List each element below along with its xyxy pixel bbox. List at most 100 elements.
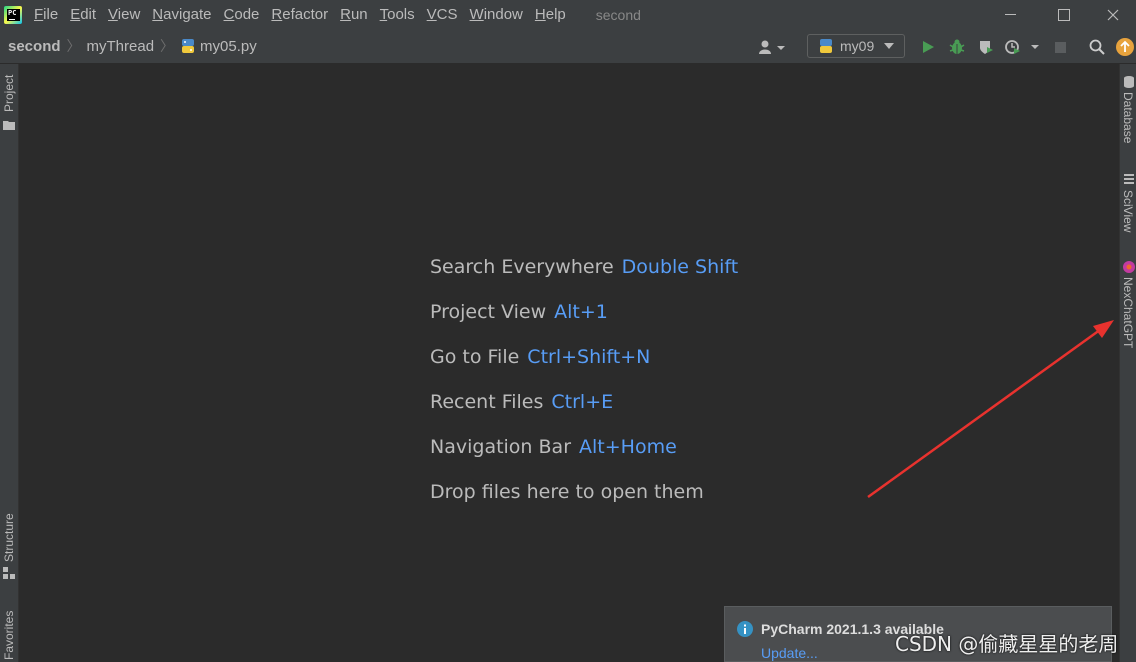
- tool-window-project[interactable]: Project: [2, 75, 16, 112]
- structure-icon: [3, 567, 15, 579]
- menu-help[interactable]: Help: [529, 0, 572, 29]
- editor-empty-state: Search Everywhere Double Shift Project Vie…: [430, 254, 738, 524]
- menu-mnemonic: N: [152, 6, 164, 23]
- hint-row: Drop files here to open them: [430, 479, 738, 524]
- hint-label: Drop files here to open them: [430, 481, 704, 503]
- coverage-shield-icon: [980, 41, 993, 54]
- menu-mnemonic: H: [534, 6, 546, 23]
- run-with-coverage-button[interactable]: [976, 37, 996, 57]
- hint-label: Recent Files: [430, 391, 544, 413]
- profiler-dropdown-icon: [1005, 40, 1039, 54]
- hint-row: Navigation Bar Alt+Home: [430, 434, 738, 479]
- hint-label: Navigation Bar: [430, 436, 572, 458]
- menu-mnemonic: F: [34, 6, 44, 23]
- right-tool-window-strip: Database SciView NexChatGPT: [1119, 64, 1136, 662]
- menu-navigate[interactable]: Navigate: [146, 0, 217, 29]
- menu-label-rest: efactor: [282, 6, 329, 23]
- menu-refactor[interactable]: Refactor: [265, 0, 334, 29]
- menu-file[interactable]: File: [28, 0, 64, 29]
- profile-button[interactable]: [1004, 37, 1044, 57]
- menu-edit[interactable]: Edit: [64, 0, 102, 29]
- hint-label: Go to File: [430, 346, 520, 368]
- breadcrumb-file[interactable]: my05.py: [200, 29, 257, 63]
- run-configuration-select[interactable]: my09: [807, 34, 905, 58]
- menu-mnemonic: V: [426, 6, 437, 23]
- tool-window-favorites[interactable]: Favorites: [2, 611, 16, 660]
- info-icon: [737, 621, 753, 637]
- menu-mnemonic: R: [340, 6, 351, 23]
- ide-update-button[interactable]: [1115, 37, 1135, 57]
- menu-mnemonic: C: [223, 6, 235, 23]
- tool-window-database[interactable]: Database: [1121, 92, 1135, 143]
- menu-tools[interactable]: Tools: [374, 0, 421, 29]
- run-configuration-label: my09: [840, 38, 875, 54]
- menu-mnemonic: W: [469, 6, 484, 23]
- hint-label: Search Everywhere: [430, 256, 614, 278]
- minimize-button[interactable]: [983, 0, 1037, 29]
- folder-icon: [3, 121, 15, 130]
- hint-shortcut: Ctrl+E: [551, 391, 614, 413]
- menu-mnemonic: V: [108, 6, 118, 23]
- tool-window-nexchatgpt[interactable]: NexChatGPT: [1121, 277, 1135, 348]
- window-title: second: [595, 6, 641, 23]
- menu-label-rest: ile: [43, 6, 59, 23]
- menu-window[interactable]: Window: [464, 0, 529, 29]
- update-arrow-icon: [1116, 38, 1134, 56]
- python-icon: [820, 39, 832, 53]
- menu-code[interactable]: Code: [218, 0, 266, 29]
- hint-row: Recent Files Ctrl+E: [430, 389, 738, 434]
- chevron-down-icon: [884, 43, 895, 49]
- stop-button[interactable]: [1050, 37, 1070, 57]
- breadcrumb-separator-icon: 〉: [66, 39, 81, 55]
- hint-shortcut: Alt+Home: [579, 436, 677, 458]
- database-icon: [1124, 76, 1134, 88]
- tool-window-sciview[interactable]: SciView: [1121, 190, 1135, 232]
- close-window-button[interactable]: [1090, 0, 1136, 29]
- pycharm-logo-icon[interactable]: PC: [4, 5, 22, 24]
- maximize-button[interactable]: [1037, 0, 1091, 29]
- hint-row: Search Everywhere Double Shift: [430, 254, 738, 299]
- breadcrumb: second 〉 myThread 〉 my05.py: [8, 29, 257, 63]
- nexchatgpt-icon: [1123, 261, 1135, 273]
- sciview-icon: [1124, 174, 1134, 184]
- hint-shortcut: Ctrl+Shift+N: [527, 346, 651, 368]
- vcs-user-button[interactable]: [758, 37, 786, 57]
- minimize-icon: [1004, 14, 1016, 15]
- user-dropdown-icon: [759, 40, 785, 54]
- hint-row: Go to File Ctrl+Shift+N: [430, 344, 738, 389]
- menu-run[interactable]: Run: [334, 0, 374, 29]
- update-link[interactable]: Update...: [761, 645, 818, 661]
- menu-mnemonic: T: [379, 6, 388, 23]
- left-tool-window-strip: Project Structure Favorites: [0, 64, 19, 662]
- menu-label-rest: dit: [80, 6, 97, 23]
- run-button[interactable]: [918, 37, 938, 57]
- hint-row: Project View Alt+1: [430, 299, 738, 344]
- search-icon: [1089, 39, 1105, 55]
- maximize-icon: [1058, 8, 1070, 21]
- tool-window-structure[interactable]: Structure: [2, 513, 16, 562]
- menu-vcs[interactable]: VCS: [421, 0, 464, 29]
- menu-label-rest: CS: [436, 6, 458, 23]
- menu-mnemonic: E: [70, 6, 81, 23]
- search-everywhere-button[interactable]: [1087, 37, 1107, 57]
- hint-shortcut: Alt+1: [554, 301, 608, 323]
- menu-mnemonic: R: [271, 6, 283, 23]
- hint-shortcut: Double Shift: [621, 256, 739, 278]
- bug-icon: [949, 39, 965, 54]
- menu-label-rest: ools: [387, 6, 415, 23]
- stop-icon: [1054, 41, 1066, 53]
- menu-label-rest: ode: [234, 6, 260, 23]
- breadcrumb-project[interactable]: second: [8, 29, 61, 63]
- watermark-text: CSDN @偷藏星星的老周: [895, 632, 1119, 656]
- menu-view[interactable]: View: [102, 0, 146, 29]
- breadcrumb-folder[interactable]: myThread: [87, 29, 155, 63]
- run-icon: [923, 41, 934, 53]
- menu-label-rest: un: [350, 6, 368, 23]
- menu-label-rest: iew: [117, 6, 141, 23]
- menu-label-rest: elp: [545, 6, 566, 23]
- main-menu: File Edit View Navigate Code Refactor Run Tools…: [28, 0, 572, 29]
- menu-label-rest: avigate: [163, 6, 212, 23]
- close-icon: [1107, 9, 1119, 20]
- debug-button[interactable]: [947, 37, 967, 57]
- python-file-icon: [182, 39, 195, 53]
